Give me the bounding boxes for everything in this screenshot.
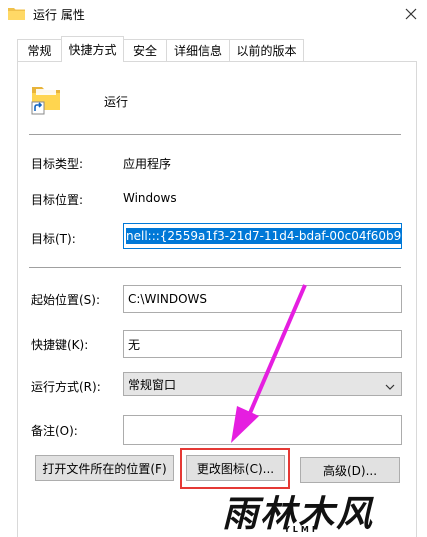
tab-label: 以前的版本 [236,44,297,58]
shortcut-folder-icon [30,83,62,115]
window-title: 运行 属性 [33,8,85,22]
target-selected-text: nell:::{2559a1f3-21d7-11d4-bdaf-00c04f60… [126,228,401,244]
shortcut-key-label: 快捷键(K): [31,338,89,352]
run-value: 常规窗口 [128,377,177,392]
target-location-label: 目标位置: [31,193,84,207]
chevron-down-icon [385,380,395,394]
start-in-label: 起始位置(S): [31,293,101,307]
button-label: 打开文件所在的位置(F) [42,461,167,476]
shortcut-name: 运行 [104,95,129,109]
run-label: 运行方式(R): [31,380,101,394]
close-icon [405,8,417,23]
target-label: 目标(T): [31,232,76,246]
tab-details[interactable]: 详细信息 [166,39,230,61]
target-location-value: Windows [123,191,177,205]
tab-label: 快捷方式 [68,43,117,57]
shortcut-key-value: 无 [128,337,141,352]
divider [29,134,401,135]
tab-label: 安全 [132,44,157,58]
highlight-box [180,448,290,489]
tab-previous-versions[interactable]: 以前的版本 [229,39,304,61]
tab-label: 常规 [27,44,52,58]
target-input[interactable]: nell:::{2559a1f3-21d7-11d4-bdaf-00c04f60… [123,223,402,249]
tab-general[interactable]: 常规 [17,39,62,61]
annotation-arrow [231,284,307,443]
start-in-value: C:\WINDOWS [128,292,208,306]
advanced-button[interactable]: 高级(D)... [300,457,400,483]
watermark-sub: YLMF [284,525,321,534]
title-bar: 运行 属性 [0,0,427,30]
tab-label: 详细信息 [173,44,222,58]
tab-security[interactable]: 安全 [123,39,167,61]
comment-label: 备注(O): [31,424,78,438]
tab-shortcut[interactable]: 快捷方式 [61,36,124,62]
open-file-location-button[interactable]: 打开文件所在的位置(F) [35,455,174,481]
divider [29,267,401,268]
close-button[interactable] [394,0,427,30]
folder-icon [8,7,25,20]
target-type-value: 应用程序 [123,157,172,171]
watermark-logo: 雨林木风 YLMF [222,487,422,535]
button-label: 高级(D)... [322,463,378,478]
target-type-label: 目标类型: [31,157,84,171]
